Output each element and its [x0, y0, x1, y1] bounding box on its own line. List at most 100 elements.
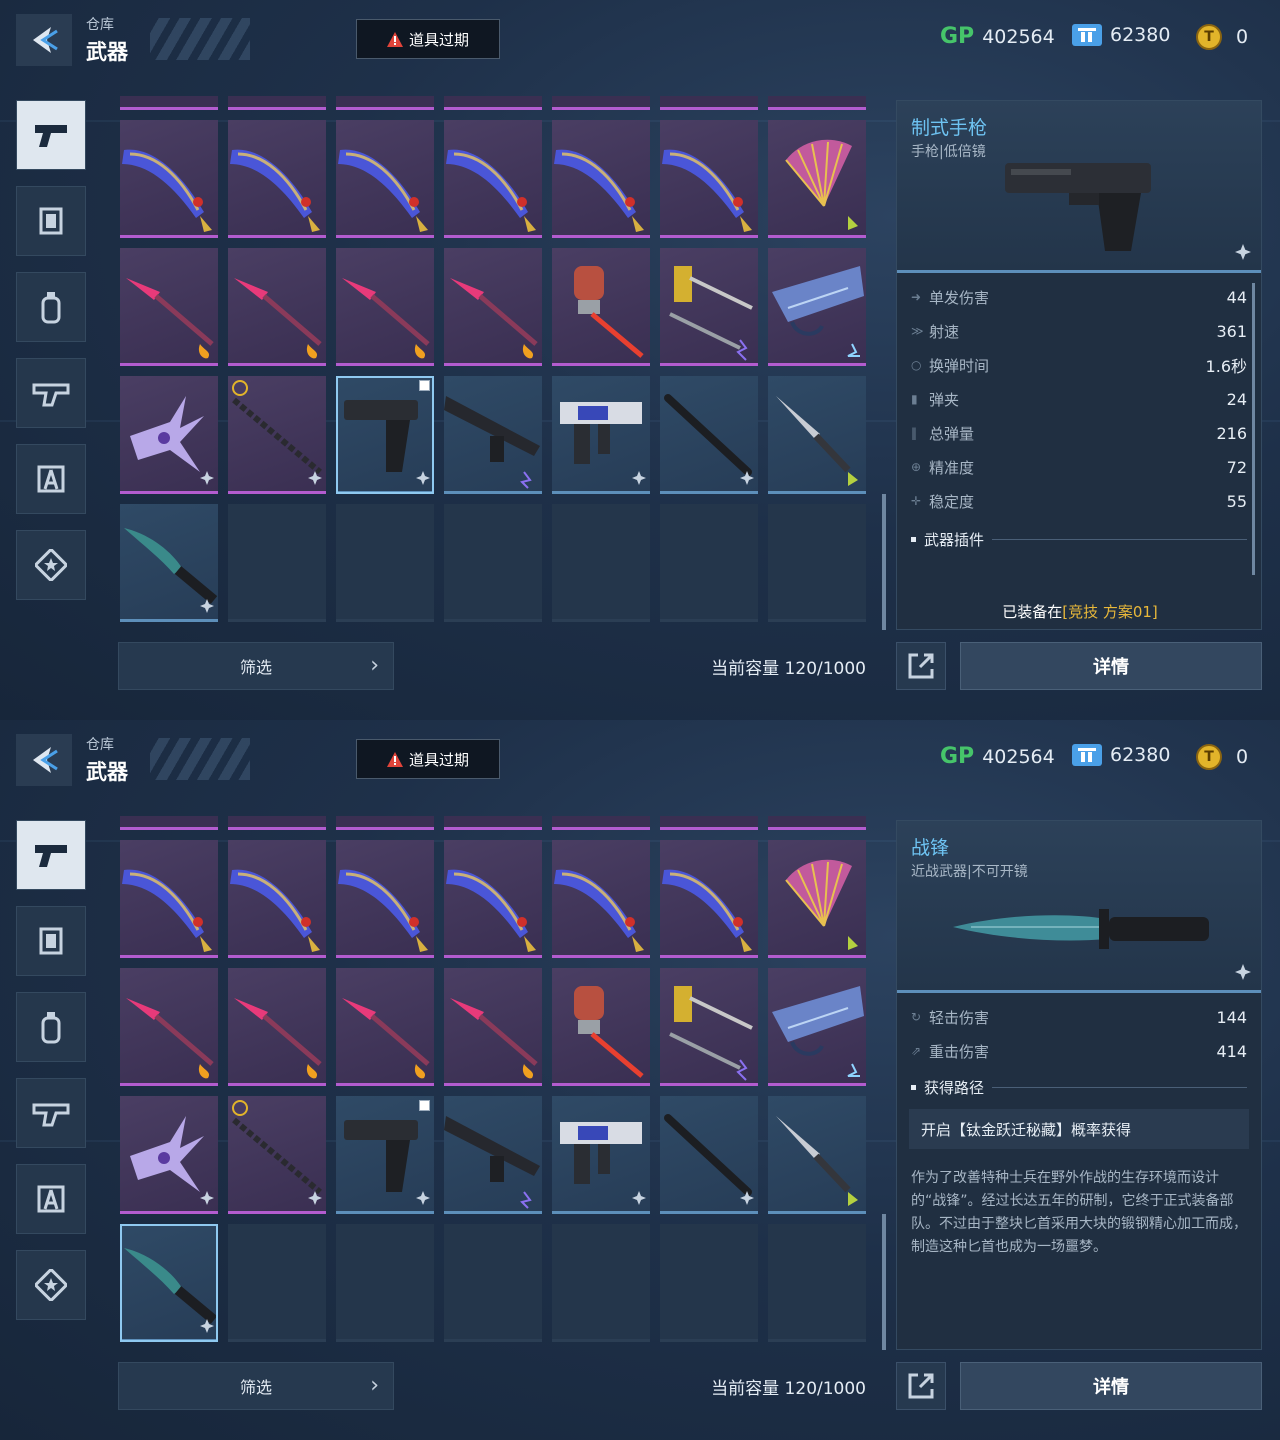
crimson-spear-icon [450, 278, 538, 359]
category-tool[interactable] [16, 444, 86, 514]
item-slot[interactable] [552, 376, 650, 494]
category-grenade[interactable] [16, 992, 86, 1062]
item-slot-partial[interactable] [768, 816, 866, 830]
category-tool[interactable] [16, 1164, 86, 1234]
item-slot[interactable] [228, 376, 326, 494]
item-slot[interactable] [552, 840, 650, 958]
item-slot[interactable] [228, 1096, 326, 1214]
item-slot[interactable] [120, 120, 218, 238]
crimson-spear-icon [450, 998, 538, 1079]
details-button[interactable]: 详情 [960, 1362, 1262, 1410]
item-slot[interactable] [444, 1096, 542, 1214]
item-slot-partial[interactable] [660, 96, 758, 110]
category-rifle[interactable] [16, 1078, 86, 1148]
item-slot[interactable] [120, 376, 218, 494]
warning-icon [386, 31, 403, 47]
item-slot[interactable] [228, 248, 326, 366]
fire-axe-icon [574, 986, 644, 1078]
share-button[interactable] [896, 642, 946, 690]
item-slot[interactable] [660, 1096, 758, 1214]
details-button[interactable]: 详情 [960, 642, 1262, 690]
item-slot[interactable] [768, 1096, 866, 1214]
detail-scrollbar[interactable] [1252, 283, 1255, 575]
item-slot[interactable] [552, 120, 650, 238]
item-slot-partial[interactable] [768, 96, 866, 110]
item-slot-partial[interactable] [336, 96, 434, 110]
item-slot[interactable] [336, 968, 434, 1086]
item-slot-partial[interactable] [120, 96, 218, 110]
item-slot[interactable] [228, 968, 326, 1086]
item-slot-partial[interactable] [660, 816, 758, 830]
item-slot[interactable] [336, 120, 434, 238]
item-slot-partial[interactable] [120, 816, 218, 830]
item-slot-selected[interactable] [120, 1224, 218, 1342]
item-slot-selected[interactable] [336, 376, 434, 494]
category-rifle[interactable] [16, 358, 86, 428]
item-slot-partial[interactable] [336, 816, 434, 830]
light-attack-icon: ↻ [911, 1010, 922, 1024]
accuracy-icon: ⊕ [911, 460, 922, 474]
category-pistol[interactable] [16, 820, 86, 890]
item-slot[interactable] [768, 248, 866, 366]
category-armor[interactable] [16, 906, 86, 976]
category-badge[interactable] [16, 1250, 86, 1320]
weapon-header: 战锋 近战武器|不可开镜 [897, 821, 1261, 993]
item-slot[interactable] [552, 1096, 650, 1214]
item-slot-partial[interactable] [228, 816, 326, 830]
share-button[interactable] [896, 1362, 946, 1410]
item-slot-partial[interactable] [444, 816, 542, 830]
item-slot[interactable] [228, 840, 326, 958]
back-button[interactable] [16, 14, 72, 66]
expired-items-button[interactable]: 道具过期 [356, 739, 500, 779]
item-slot[interactable] [120, 504, 218, 622]
item-slot[interactable] [768, 120, 866, 238]
item-slot-partial[interactable] [228, 96, 326, 110]
fire-rate-icon: ≫ [911, 324, 924, 338]
stat-label: 弹夹 [929, 390, 960, 409]
item-slot-partial[interactable] [552, 816, 650, 830]
item-slot[interactable] [120, 1096, 218, 1214]
item-slot[interactable] [336, 248, 434, 366]
item-slot[interactable] [660, 120, 758, 238]
empty-slot [552, 1224, 650, 1342]
item-slot[interactable] [768, 968, 866, 1086]
grid-scrollbar[interactable] [882, 494, 886, 630]
item-slot[interactable] [444, 248, 542, 366]
item-slot[interactable] [444, 376, 542, 494]
item-slot[interactable] [552, 248, 650, 366]
empty-slot [444, 504, 542, 622]
ticket-value: 62380 [1110, 24, 1171, 46]
grid-scrollbar[interactable] [882, 1214, 886, 1350]
item-slot[interactable] [228, 120, 326, 238]
filter-button[interactable]: 筛选 › [118, 1362, 394, 1410]
item-slot-partial[interactable] [444, 96, 542, 110]
item-slot[interactable] [660, 968, 758, 1086]
item-slot[interactable] [444, 840, 542, 958]
item-slot[interactable] [552, 968, 650, 1086]
expired-items-button[interactable]: 道具过期 [356, 19, 500, 59]
stat-row: ➜ 单发伤害 44 [911, 285, 1247, 309]
item-slot[interactable] [660, 248, 758, 366]
item-slot[interactable] [336, 1096, 434, 1214]
item-slot[interactable] [336, 840, 434, 958]
gold-launcher-icon [669, 986, 753, 1081]
item-slot[interactable] [444, 968, 542, 1086]
item-slot-partial[interactable] [552, 96, 650, 110]
warning-icon [386, 751, 403, 767]
item-slot[interactable] [120, 248, 218, 366]
item-slot[interactable] [120, 840, 218, 958]
category-grenade[interactable] [16, 272, 86, 342]
item-slot[interactable] [120, 968, 218, 1086]
item-slot[interactable] [444, 120, 542, 238]
category-pistol[interactable] [16, 100, 86, 170]
category-armor[interactable] [16, 186, 86, 256]
item-slot[interactable] [660, 376, 758, 494]
back-button[interactable] [16, 734, 72, 786]
category-badge[interactable] [16, 530, 86, 600]
item-grid [120, 816, 866, 1346]
item-slot[interactable] [768, 376, 866, 494]
item-slot[interactable] [660, 840, 758, 958]
rarity-badge-icon [632, 1191, 646, 1205]
item-slot[interactable] [768, 840, 866, 958]
filter-button[interactable]: 筛选 › [118, 642, 394, 690]
